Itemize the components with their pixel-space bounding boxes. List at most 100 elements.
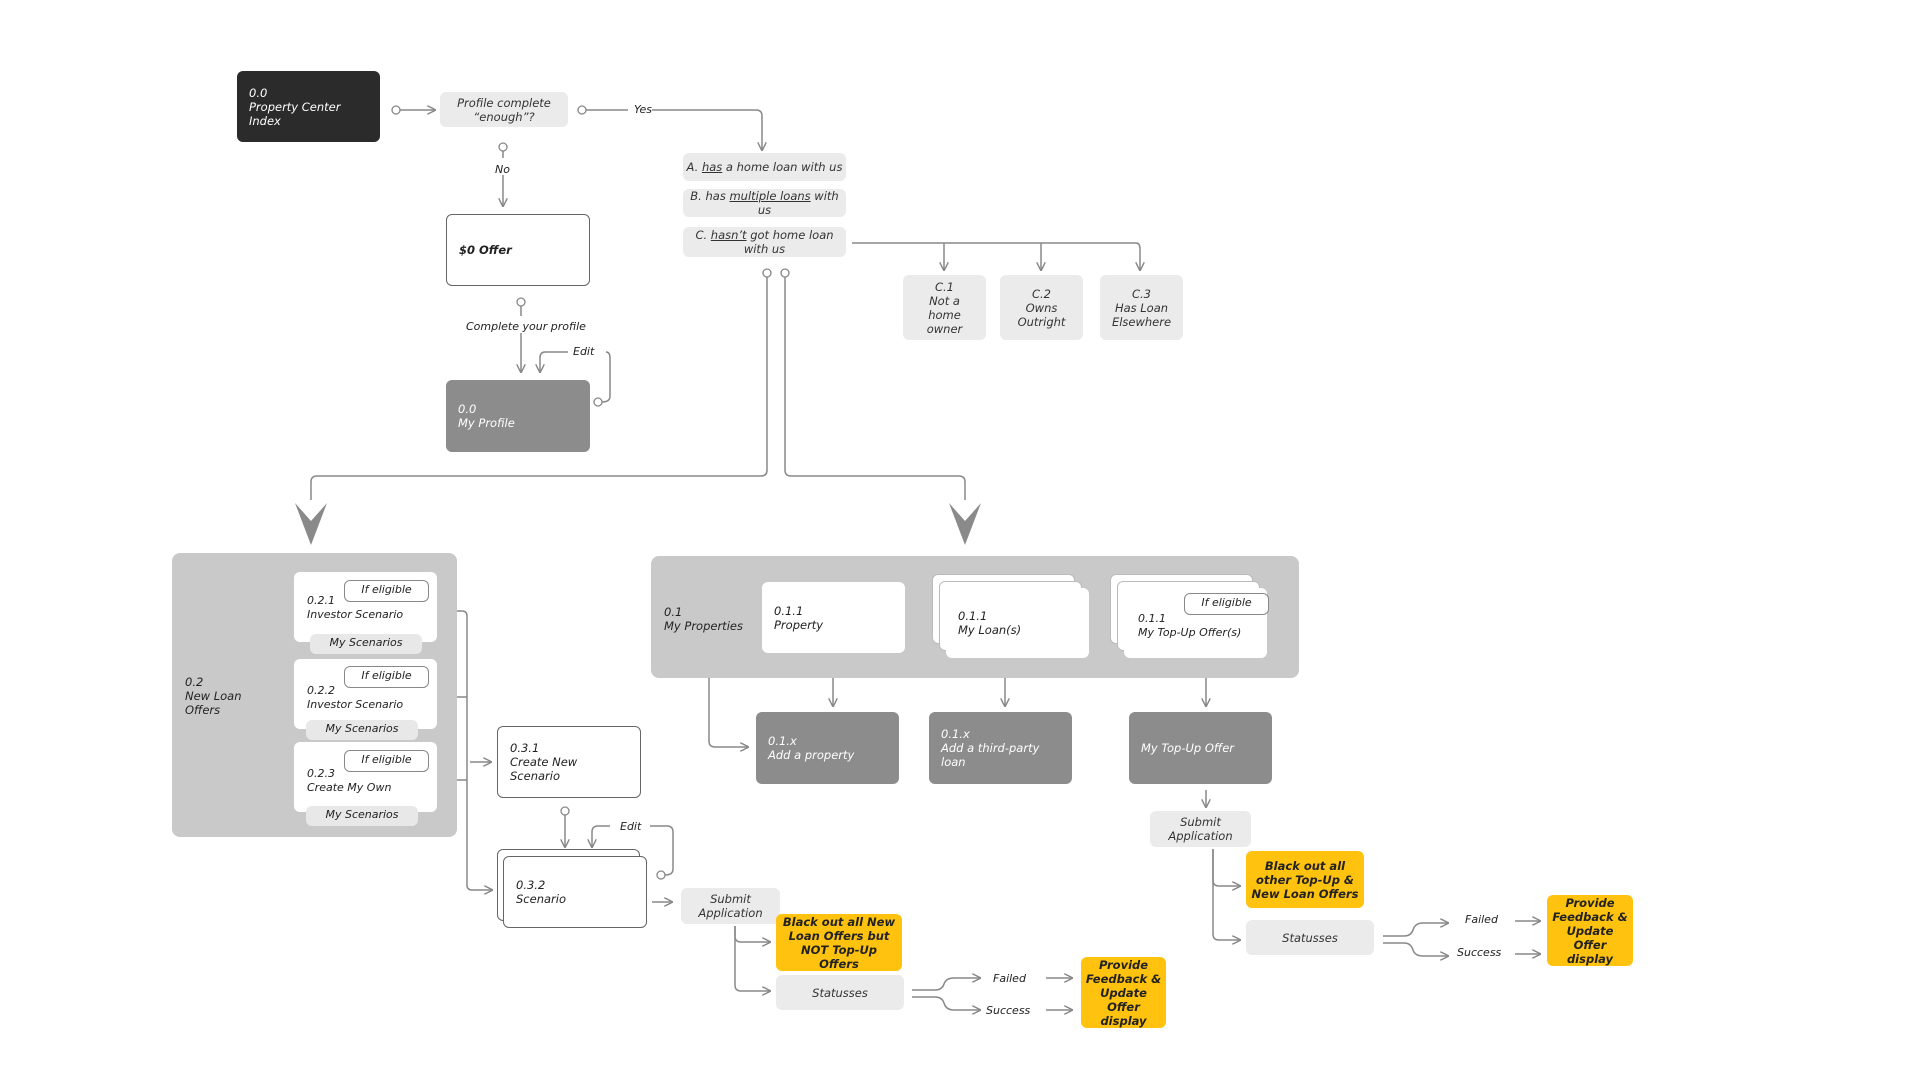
connector-port bbox=[560, 806, 570, 816]
property-card[interactable]: 0.1.1 Property bbox=[762, 582, 905, 653]
loans-to-scenario bbox=[452, 610, 492, 890]
node-title: Add a third-party loan bbox=[941, 741, 1040, 769]
connector-port bbox=[577, 105, 587, 115]
node-title: Has Loan Elsewhere bbox=[1111, 300, 1172, 329]
node-id: 0.3.1 bbox=[510, 741, 540, 755]
submit-label: Submit Application bbox=[1168, 815, 1233, 843]
c3-has-loan-elsewhere[interactable]: C.3 Has Loan Elsewhere bbox=[1100, 275, 1183, 340]
submit-label: Submit Application bbox=[698, 892, 763, 920]
node-title: Scenario bbox=[516, 892, 566, 906]
scenario-node[interactable]: 0.3.2 Scenario bbox=[503, 856, 647, 928]
connector-port bbox=[516, 297, 526, 307]
feedback-update-offer-note: Provide Feedback & Update Offer display bbox=[1081, 957, 1166, 1028]
note-text: Black out all other Top-Up & New Loan Of… bbox=[1251, 858, 1359, 901]
node-title: My Top-Up Offer(s) bbox=[1138, 626, 1242, 639]
note-text: Provide Feedback & Update Offer display bbox=[1085, 957, 1162, 1028]
submit-application-node[interactable]: Submit Application bbox=[681, 888, 780, 924]
segment-rest: got home loan with us bbox=[743, 228, 834, 256]
scenario-edit-label[interactable]: Edit bbox=[620, 820, 641, 833]
node-title: My Top-Up Offer bbox=[1141, 741, 1234, 755]
node-title: Investor Scenario bbox=[307, 698, 404, 711]
profile-complete-decision[interactable]: Profile complete “enough”? bbox=[440, 92, 568, 127]
if-eligible-badge: If eligible bbox=[344, 666, 429, 688]
segment-prefix: B. has bbox=[690, 189, 726, 203]
if-eligible-badge: If eligible bbox=[344, 580, 429, 602]
topup-submit-application-node[interactable]: Submit Application bbox=[1150, 811, 1251, 847]
no-label: No bbox=[495, 163, 510, 176]
statuses-success bbox=[912, 996, 980, 1010]
node-id: 0.0 bbox=[249, 85, 268, 100]
node-title: My Properties bbox=[664, 619, 743, 633]
topup-statuses-success bbox=[1383, 942, 1448, 956]
add-property-node[interactable]: 0.1.x Add a property bbox=[756, 712, 899, 784]
profile-edit-label[interactable]: Edit bbox=[573, 345, 594, 358]
connector-port bbox=[780, 268, 790, 278]
segment-c[interactable]: C. hasn’t got home loan with us bbox=[683, 227, 846, 257]
submit-to-blackout bbox=[734, 926, 770, 942]
my-scenarios-tab[interactable]: My Scenarios bbox=[306, 720, 418, 740]
create-new-scenario-node[interactable]: 0.3.1 Create New Scenario bbox=[497, 726, 641, 798]
blackout-new-loan-offers-note: Black out all New Loan Offers but NOT To… bbox=[776, 914, 902, 971]
node-id: 0.3.2 bbox=[516, 878, 546, 892]
topup-statuses-node[interactable]: Statusses bbox=[1246, 920, 1374, 955]
note-text: Black out all New Loan Offers but NOT To… bbox=[782, 914, 896, 971]
statuses-label: Statusses bbox=[1282, 930, 1338, 945]
node-id: 0.1.1 bbox=[958, 609, 988, 623]
yes-label: Yes bbox=[634, 103, 653, 116]
topup-feedback-update-offer-note: Provide Feedback & Update Offer display bbox=[1547, 895, 1633, 966]
node-title: My Loan(s) bbox=[958, 623, 1022, 637]
new-loan-offers-label: 0.2 New Loan Offers bbox=[185, 675, 245, 717]
connector-port bbox=[762, 268, 772, 278]
submit-to-statuses bbox=[734, 926, 770, 991]
topup-submit-to-blackout bbox=[1212, 849, 1240, 886]
node-title: Create My Own bbox=[307, 781, 392, 794]
connector-port bbox=[498, 142, 508, 152]
yes-to-segments bbox=[652, 109, 762, 150]
property-center-index-node[interactable]: 0.0 Property Center Index bbox=[237, 71, 380, 142]
node-id: C.3 bbox=[1132, 286, 1152, 301]
segment-emphasis: hasn’t bbox=[710, 228, 747, 242]
c-bus bbox=[852, 242, 1140, 270]
edit-loop-a bbox=[601, 351, 611, 403]
node-id: 0.2 bbox=[185, 675, 204, 689]
segment-b[interactable]: B. has multiple loans with us bbox=[683, 189, 846, 217]
decision-text: Profile complete “enough”? bbox=[457, 95, 551, 124]
success-label: Success bbox=[1457, 946, 1502, 959]
my-topup-offer-node[interactable]: My Top-Up Offer bbox=[1129, 712, 1272, 784]
segment-prefix: A. bbox=[686, 160, 699, 174]
c1-not-home-owner[interactable]: C.1 Not a home owner bbox=[903, 275, 986, 340]
node-title: New Loan Offers bbox=[185, 689, 242, 717]
blackout-other-offers-note: Black out all other Top-Up & New Loan Of… bbox=[1246, 851, 1364, 908]
statuses-node[interactable]: Statusses bbox=[776, 975, 904, 1010]
if-eligible-badge: If eligible bbox=[344, 750, 429, 772]
connector-port bbox=[593, 397, 603, 407]
my-profile-node[interactable]: 0.0 My Profile bbox=[446, 380, 590, 452]
node-id: 0.2.2 bbox=[307, 684, 335, 697]
connector-port bbox=[656, 870, 666, 880]
segment-emphasis: multiple loans bbox=[729, 189, 811, 203]
segment-prefix: C. bbox=[695, 228, 708, 242]
edit-loop-b bbox=[540, 351, 568, 372]
my-scenarios-tab[interactable]: My Scenarios bbox=[306, 806, 418, 826]
my-loans-card[interactable]: 0.1.1 My Loan(s) bbox=[946, 588, 1089, 658]
topup-statuses-failed bbox=[1383, 923, 1448, 937]
statuses-label: Statusses bbox=[812, 985, 868, 1000]
zero-offer-node[interactable]: $0 Offer bbox=[446, 214, 590, 286]
failed-label: Failed bbox=[1465, 913, 1498, 926]
segment-a[interactable]: A. has a home loan with us bbox=[683, 153, 846, 181]
node-title: Property bbox=[774, 617, 824, 632]
topup-submit-to-statuses bbox=[1212, 849, 1240, 940]
complete-profile-link[interactable]: Complete your profile bbox=[466, 320, 586, 333]
zero-offer-title: $0 Offer bbox=[459, 243, 512, 257]
node-title: Owns Outright bbox=[1017, 300, 1066, 329]
big-arrow-my-properties bbox=[949, 503, 981, 545]
my-scenarios-tab[interactable]: My Scenarios bbox=[310, 634, 422, 654]
node-id: C.2 bbox=[1031, 286, 1051, 301]
node-title: Add a property bbox=[768, 748, 855, 762]
node-id: C.1 bbox=[934, 279, 954, 294]
node-title: Property Center Index bbox=[249, 99, 341, 128]
node-id: 0.2.3 bbox=[307, 767, 335, 780]
c2-owns-outright[interactable]: C.2 Owns Outright bbox=[1000, 275, 1083, 340]
add-third-party-loan-node[interactable]: 0.1.x Add a third-party loan bbox=[929, 712, 1072, 784]
props-to-add-property bbox=[708, 672, 748, 747]
